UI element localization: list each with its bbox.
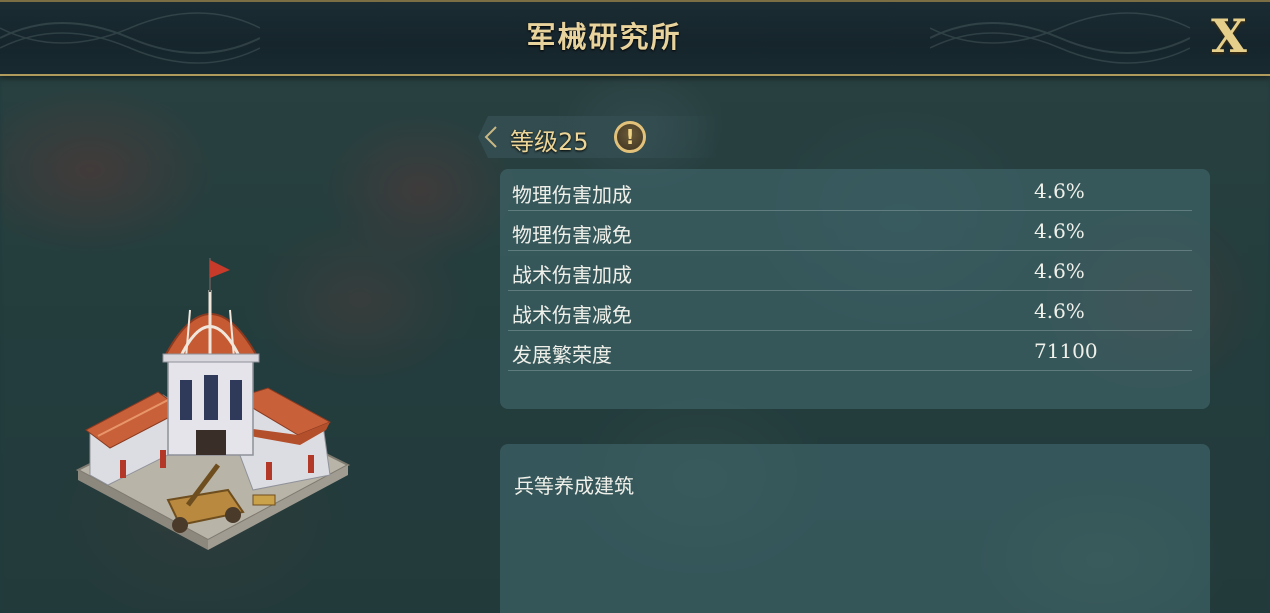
stat-row: 物理伤害减免 4.6% bbox=[508, 211, 1192, 251]
level-tag: 等级25 ! bbox=[478, 116, 718, 158]
chevron-left-icon bbox=[484, 126, 497, 148]
stat-row: 物理伤害加成 4.6% bbox=[508, 171, 1192, 211]
level-label: 等级25 bbox=[510, 128, 589, 156]
stats-panel: 物理伤害加成 4.6% 物理伤害减免 4.6% 战术伤害加成 4.6% 战术伤害… bbox=[500, 169, 1210, 409]
stat-label: 发展繁荣度 bbox=[512, 343, 612, 367]
stat-row: 战术伤害减免 4.6% bbox=[508, 291, 1192, 331]
stat-value: 4.6% bbox=[1034, 299, 1085, 323]
page-title: 军械研究所 bbox=[526, 20, 682, 54]
title-bar: 军械研究所 X bbox=[0, 0, 1270, 76]
close-button[interactable]: X bbox=[1206, 12, 1252, 60]
description-text: 兵等养成建筑 bbox=[514, 474, 634, 498]
close-icon: X bbox=[1211, 9, 1247, 63]
stat-label: 物理伤害减免 bbox=[512, 223, 632, 247]
stat-value: 4.6% bbox=[1034, 219, 1085, 243]
stat-value: 71100 bbox=[1034, 339, 1098, 363]
info-icon[interactable]: ! bbox=[614, 121, 646, 153]
stat-value: 4.6% bbox=[1034, 179, 1085, 203]
stat-label: 战术伤害加成 bbox=[512, 263, 632, 287]
stat-label: 战术伤害减免 bbox=[512, 303, 632, 327]
building-illustration bbox=[75, 258, 351, 550]
stat-value: 4.6% bbox=[1034, 259, 1085, 283]
stat-label: 物理伤害加成 bbox=[512, 183, 632, 207]
stat-row: 发展繁荣度 71100 bbox=[508, 331, 1192, 371]
stat-row: 战术伤害加成 4.6% bbox=[508, 251, 1192, 291]
description-panel: 兵等养成建筑 bbox=[500, 444, 1210, 613]
